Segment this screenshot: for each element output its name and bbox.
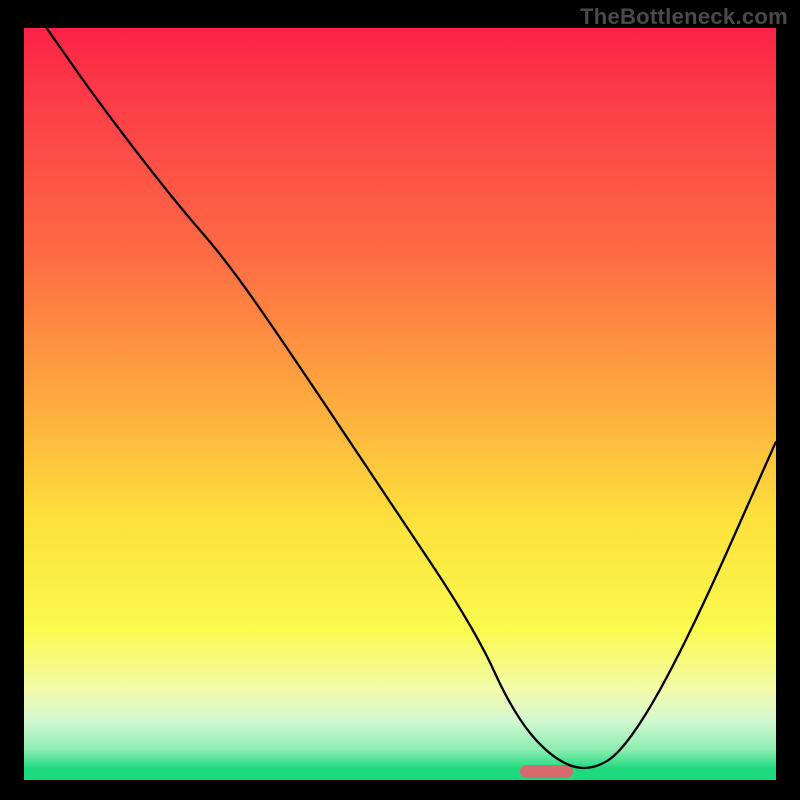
chart-frame: TheBottleneck.com <box>0 0 800 800</box>
sweet-spot-marker <box>520 765 573 778</box>
watermark-text: TheBottleneck.com <box>580 4 788 30</box>
gradient-background <box>24 28 776 780</box>
